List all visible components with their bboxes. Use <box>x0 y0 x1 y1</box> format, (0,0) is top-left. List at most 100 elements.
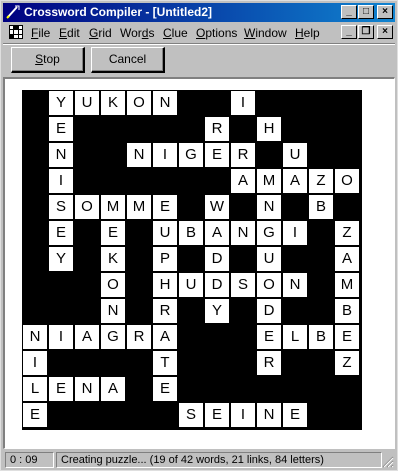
grid-cell[interactable]: B <box>309 325 333 349</box>
grid-cell[interactable]: E <box>101 221 125 245</box>
grid-cell[interactable]: A <box>153 325 177 349</box>
grid-cell[interactable]: I <box>49 169 73 193</box>
grid-cell[interactable]: L <box>23 377 47 401</box>
grid-cell[interactable]: R <box>257 351 281 375</box>
grid-cell[interactable]: A <box>335 247 359 271</box>
document-restore-button[interactable]: ❐ <box>358 25 374 39</box>
grid-cell[interactable]: R <box>231 143 255 167</box>
grid-cell[interactable]: B <box>335 299 359 323</box>
menu-file[interactable]: File <box>31 26 50 40</box>
grid-cell[interactable]: I <box>231 403 255 427</box>
grid-cell[interactable]: O <box>257 273 281 297</box>
grid-cell[interactable]: I <box>49 325 73 349</box>
grid-cell[interactable]: O <box>75 195 99 219</box>
grid-cell[interactable]: H <box>153 273 177 297</box>
grid-cell[interactable]: T <box>153 351 177 375</box>
grid-cell[interactable]: E <box>205 403 229 427</box>
grid-cell[interactable]: Z <box>335 351 359 375</box>
grid-cell[interactable]: Y <box>205 299 229 323</box>
grid-cell[interactable]: N <box>101 299 125 323</box>
grid-cell[interactable]: M <box>257 169 281 193</box>
grid-cell[interactable]: E <box>153 195 177 219</box>
grid-cell[interactable]: N <box>283 273 307 297</box>
cancel-button[interactable]: Cancel <box>91 47 165 73</box>
grid-cell[interactable]: U <box>283 143 307 167</box>
grid-cell[interactable]: A <box>231 169 255 193</box>
grid-cell[interactable]: S <box>49 195 73 219</box>
maximize-button[interactable]: □ <box>358 5 374 19</box>
grid-cell[interactable]: N <box>23 325 47 349</box>
menu-options[interactable]: Options <box>196 26 237 40</box>
grid-cell[interactable]: I <box>153 143 177 167</box>
menu-words[interactable]: Words <box>120 26 154 40</box>
grid-cell[interactable]: G <box>101 325 125 349</box>
grid-cell[interactable]: N <box>257 403 281 427</box>
grid-cell[interactable]: E <box>49 117 73 141</box>
grid-cell[interactable]: Z <box>309 169 333 193</box>
grid-document-icon[interactable] <box>9 25 23 39</box>
grid-cell[interactable]: A <box>283 169 307 193</box>
grid-cell[interactable]: E <box>153 377 177 401</box>
grid-cell[interactable]: I <box>283 221 307 245</box>
grid-cell[interactable]: N <box>75 377 99 401</box>
grid-cell[interactable]: L <box>283 325 307 349</box>
document-close-button[interactable]: × <box>377 25 393 39</box>
grid-cell[interactable]: P <box>153 247 177 271</box>
grid-cell[interactable]: A <box>101 377 125 401</box>
grid-cell[interactable]: G <box>179 143 203 167</box>
close-button[interactable]: × <box>377 5 393 19</box>
grid-cell[interactable]: H <box>257 117 281 141</box>
grid-cell[interactable]: D <box>205 247 229 271</box>
grid-cell[interactable]: M <box>335 273 359 297</box>
grid-cell[interactable]: K <box>101 91 125 115</box>
grid-cell[interactable]: M <box>101 195 125 219</box>
grid-cell[interactable]: B <box>309 195 333 219</box>
stop-button[interactable]: Stop <box>11 47 85 73</box>
grid-cell[interactable]: R <box>127 325 151 349</box>
grid-cell[interactable]: A <box>205 221 229 245</box>
title-bar[interactable]: Crossword Compiler - [Untitled2] _ □ × <box>3 3 395 22</box>
crossword-grid[interactable]: YUKONIERHNNIGERUIAMAZOSOMMEWNBEEUBANGIZY… <box>22 90 362 430</box>
grid-cell[interactable]: D <box>205 273 229 297</box>
grid-cell[interactable]: O <box>127 91 151 115</box>
grid-cell[interactable]: E <box>335 325 359 349</box>
grid-cell[interactable]: E <box>205 143 229 167</box>
grid-cell[interactable]: E <box>23 403 47 427</box>
crossword-app-icon[interactable] <box>6 5 20 19</box>
grid-cell[interactable]: U <box>179 273 203 297</box>
grid-cell[interactable]: I <box>231 91 255 115</box>
grid-cell[interactable]: B <box>179 221 203 245</box>
resize-grip-icon[interactable] <box>382 456 394 468</box>
grid-cell[interactable]: U <box>153 221 177 245</box>
grid-cell[interactable]: M <box>127 195 151 219</box>
grid-cell[interactable]: O <box>101 273 125 297</box>
menu-edit[interactable]: Edit <box>59 26 80 40</box>
grid-cell[interactable]: S <box>179 403 203 427</box>
grid-cell[interactable]: I <box>23 351 47 375</box>
grid-cell[interactable]: D <box>257 299 281 323</box>
grid-cell[interactable]: S <box>231 273 255 297</box>
document-minimize-button[interactable]: _ <box>341 25 357 39</box>
grid-cell[interactable]: E <box>283 403 307 427</box>
grid-cell[interactable]: N <box>257 195 281 219</box>
grid-cell[interactable]: Y <box>49 91 73 115</box>
grid-cell[interactable]: R <box>205 117 229 141</box>
grid-cell[interactable]: N <box>153 91 177 115</box>
menu-window[interactable]: Window <box>244 26 287 40</box>
grid-cell[interactable]: Y <box>49 247 73 271</box>
grid-cell[interactable]: N <box>231 221 255 245</box>
grid-cell[interactable]: E <box>49 377 73 401</box>
grid-cell[interactable]: U <box>75 91 99 115</box>
grid-cell[interactable]: U <box>257 247 281 271</box>
grid-cell[interactable]: E <box>49 221 73 245</box>
grid-cell[interactable]: A <box>75 325 99 349</box>
grid-cell[interactable]: E <box>257 325 281 349</box>
grid-cell[interactable]: K <box>101 247 125 271</box>
grid-cell[interactable]: G <box>257 221 281 245</box>
grid-cell[interactable]: O <box>335 169 359 193</box>
grid-cell[interactable]: N <box>49 143 73 167</box>
grid-cell[interactable]: N <box>127 143 151 167</box>
grid-cell[interactable]: Z <box>335 221 359 245</box>
minimize-button[interactable]: _ <box>341 5 357 19</box>
grid-cell[interactable]: W <box>205 195 229 219</box>
